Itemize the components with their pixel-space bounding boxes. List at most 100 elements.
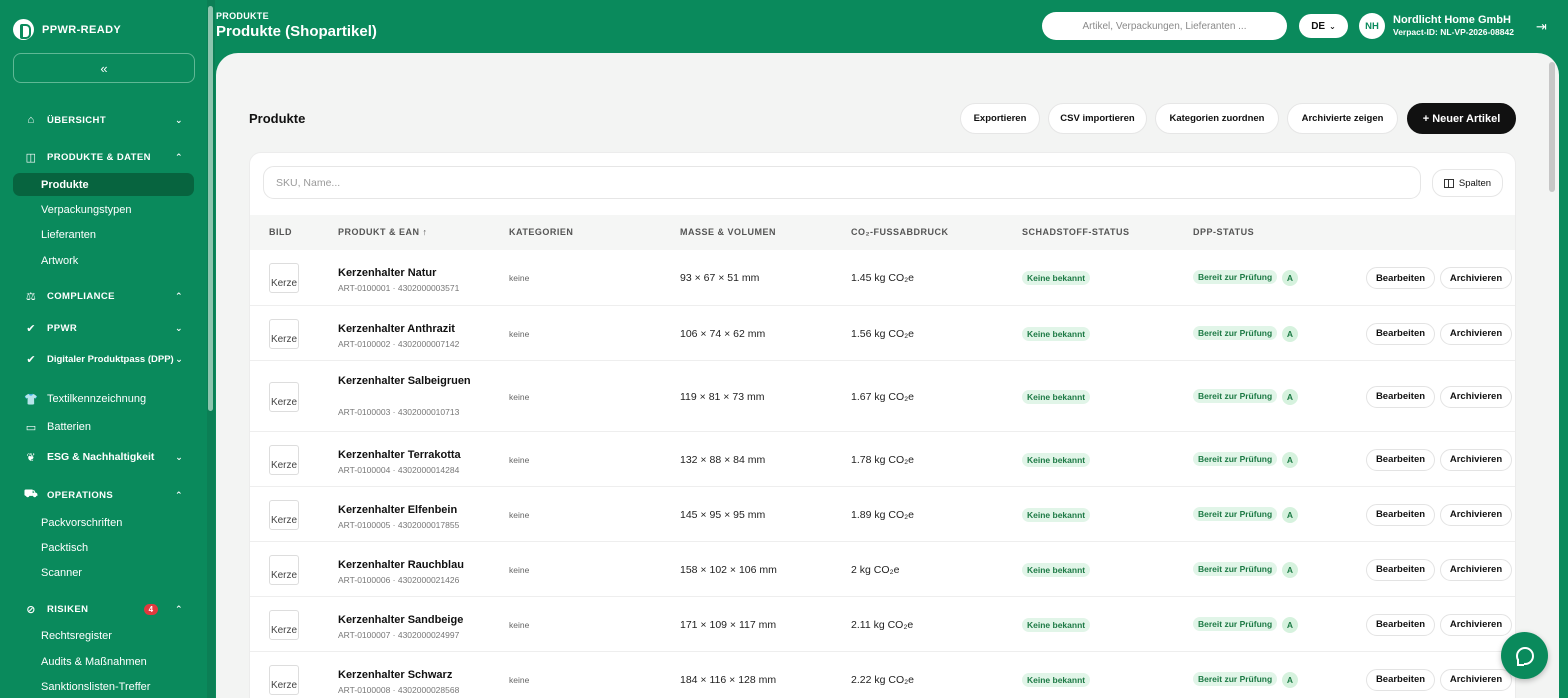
product-name[interactable]: Kerzenhalter Natur: [338, 265, 478, 281]
columns-button[interactable]: Spalten: [1432, 169, 1503, 197]
archive-button[interactable]: Archivieren: [1440, 267, 1512, 289]
breadcrumb: PRODUKTE: [216, 11, 269, 21]
section-title: Produkte: [249, 111, 306, 126]
column-header-co2[interactable]: CO₂-FUSSABDRUCK: [851, 227, 949, 237]
sidebar-collapse-button[interactable]: «: [13, 53, 195, 83]
nav-item-batterien[interactable]: ▭ Batterien: [24, 420, 184, 434]
battery-icon: ▭: [25, 421, 37, 434]
table-row[interactable]: Kerze Kerzenhalter Elfenbein ART-0100005 ·…: [250, 487, 1515, 542]
edit-button[interactable]: Bearbeiten: [1366, 613, 1435, 636]
chat-button[interactable]: [1501, 632, 1548, 679]
nav-item-textilkennzeichnung[interactable]: 👕 Textilkennzeichnung: [24, 392, 184, 406]
product-name[interactable]: Kerzenhalter Anthrazit: [338, 321, 478, 337]
edit-button[interactable]: Bearbeiten: [1366, 385, 1435, 408]
product-name[interactable]: Kerzenhalter Elfenbein: [338, 502, 478, 518]
edit-button[interactable]: Bearbeiten: [1366, 448, 1435, 471]
columns-label: Spalten: [1458, 177, 1492, 189]
edit-button[interactable]: Bearbeiten: [1366, 558, 1435, 581]
sidebar-item-packtisch[interactable]: Packtisch: [41, 542, 88, 554]
nav-group-esg[interactable]: ❦ ESG & Nachhaltigkeit ⌄: [24, 450, 184, 464]
nav-group-uebersicht[interactable]: ⌂ ÜBERSICHT ⌄: [24, 113, 184, 127]
new-item-button[interactable]: + Neuer Artikel: [1407, 103, 1516, 134]
archive-button[interactable]: Archivieren: [1440, 503, 1512, 526]
product-name[interactable]: Kerzenhalter Salbeigruen: [338, 373, 478, 389]
product-sku-ean: ART-0100003 · 4302000010713: [338, 407, 460, 417]
sidebar-scrollbar-thumb[interactable]: [208, 6, 213, 411]
table-row[interactable]: Kerze Kerzenhalter Sandbeige ART-0100007 ·…: [250, 597, 1515, 652]
brand-logo[interactable]: PPWR-READY: [13, 19, 121, 40]
product-name[interactable]: Kerzenhalter Terrakotta: [338, 447, 478, 463]
edit-button[interactable]: Bearbeiten: [1366, 322, 1435, 345]
table-row[interactable]: Kerze Kerzenhalter Anthrazit ART-0100002 ·…: [250, 306, 1515, 361]
product-category: keine: [509, 509, 530, 520]
main-scrollbar-thumb[interactable]: [1549, 62, 1555, 192]
sidebar-item-sanktionslisten[interactable]: Sanktionslisten-Treffer: [41, 681, 150, 693]
product-name[interactable]: Kerzenhalter Schwarz: [338, 667, 478, 683]
product-dimensions: 184 × 116 × 128 mm: [680, 673, 777, 686]
sidebar-item-packvorschriften[interactable]: Packvorschriften: [41, 517, 122, 529]
csv-import-button[interactable]: CSV importieren: [1048, 103, 1147, 134]
chevron-down-icon: ⌄: [175, 322, 183, 333]
show-archived-button[interactable]: Archivierte zeigen: [1287, 103, 1398, 134]
column-header-dpp-status[interactable]: DPP-STATUS: [1193, 227, 1254, 237]
nav-group-operations[interactable]: ⛟ OPERATIONS ⌃: [24, 488, 184, 502]
archive-button[interactable]: Archivieren: [1440, 558, 1512, 581]
product-co2: 2.11 kg CO₂e: [851, 618, 914, 631]
nav-group-ppwr[interactable]: ✔ PPWR ⌄: [24, 321, 184, 335]
edit-button[interactable]: Bearbeiten: [1366, 267, 1435, 289]
archive-button[interactable]: Archivieren: [1440, 668, 1512, 691]
table-row[interactable]: Kerze Kerzenhalter Terrakotta ART-0100004 …: [250, 432, 1515, 487]
archive-button[interactable]: Archivieren: [1440, 385, 1512, 408]
product-image: Kerze: [269, 444, 299, 475]
dpp-grade-badge: A: [1282, 561, 1298, 578]
column-header-categories[interactable]: KATEGORIEN: [509, 227, 573, 237]
product-sku-ean: ART-0100004 · 4302000014284: [338, 464, 460, 475]
avatar[interactable]: NH: [1359, 13, 1385, 39]
table-header: BILD PRODUKT & EAN ↑ KATEGORIEN MASSE & …: [250, 215, 1515, 250]
nav-group-label: PPWR: [47, 322, 78, 334]
company-id: Verpact-ID: NL-VP-2026-08842: [1393, 27, 1514, 37]
product-co2: 1.89 kg CO₂e: [851, 508, 915, 521]
column-header-hazard-status[interactable]: SCHADSTOFF-STATUS: [1022, 227, 1130, 237]
table-row[interactable]: Kerze Kerzenhalter Schwarz ART-0100008 · 4…: [250, 652, 1515, 698]
archive-button[interactable]: Archivieren: [1440, 613, 1512, 636]
sidebar-item-produkte[interactable]: Produkte: [41, 179, 89, 191]
nav-group-produkte-daten[interactable]: ◫ PRODUKTE & DATEN ⌃: [24, 150, 184, 164]
nav-group-dpp[interactable]: ✔ Digitaler Produktpass (DPP) ⌄: [24, 352, 184, 366]
sidebar-item-artwork[interactable]: Artwork: [41, 255, 78, 267]
chevron-down-icon: ⌄: [175, 353, 183, 364]
archive-button[interactable]: Archivieren: [1440, 448, 1512, 471]
chat-icon: [1515, 646, 1534, 666]
language-select[interactable]: DE ⌄: [1299, 14, 1348, 38]
product-name[interactable]: Kerzenhalter Rauchblau: [338, 557, 478, 573]
product-dimensions: 119 × 81 × 73 mm: [680, 390, 765, 403]
edit-button[interactable]: Bearbeiten: [1366, 503, 1435, 526]
sidebar-item-lieferanten[interactable]: Lieferanten: [41, 229, 96, 241]
product-name[interactable]: Kerzenhalter Sandbeige: [338, 612, 478, 628]
product-filter-input[interactable]: SKU, Name...: [263, 166, 1421, 199]
assign-categories-button[interactable]: Kategorien zuordnen: [1155, 103, 1279, 134]
nav-group-risiken[interactable]: ⊘ RISIKEN 4 ⌃: [24, 602, 184, 616]
table-row[interactable]: Kerze Kerzenhalter Salbeigruen ART-0100003…: [250, 361, 1515, 432]
dpp-grade-badge: A: [1282, 325, 1298, 342]
dpp-grade-badge: A: [1282, 616, 1298, 633]
product-category: keine: [509, 328, 530, 339]
logout-icon[interactable]: ⇥: [1536, 19, 1547, 35]
export-button[interactable]: Exportieren: [960, 103, 1040, 134]
table-row[interactable]: Kerze Kerzenhalter Rauchblau ART-0100006 ·…: [250, 542, 1515, 597]
sidebar-item-verpackungstypen[interactable]: Verpackungstypen: [41, 204, 132, 216]
column-header-product[interactable]: PRODUKT & EAN ↑: [338, 227, 428, 237]
hazard-status-badge: Keine bekannt: [1022, 507, 1091, 522]
nav-group-label: PRODUKTE & DATEN: [47, 151, 151, 163]
sidebar-item-scanner[interactable]: Scanner: [41, 567, 82, 579]
archive-button[interactable]: Archivieren: [1440, 322, 1512, 345]
column-header-dimensions[interactable]: MASSE & VOLUMEN: [680, 227, 776, 237]
nav-group-compliance[interactable]: ⚖ COMPLIANCE ⌃: [24, 289, 184, 303]
table-row[interactable]: Kerze Kerzenhalter Natur ART-0100001 · 430…: [250, 250, 1515, 306]
sidebar-item-audits[interactable]: Audits & Maßnahmen: [41, 656, 147, 668]
global-search-input[interactable]: Artikel, Verpackungen, Lieferanten ...: [1042, 12, 1287, 40]
scale-icon: ⚖: [25, 290, 37, 303]
edit-button[interactable]: Bearbeiten: [1366, 668, 1435, 691]
sidebar-item-rechtsregister[interactable]: Rechtsregister: [41, 630, 112, 642]
product-dimensions: 145 × 95 × 95 mm: [680, 508, 766, 521]
